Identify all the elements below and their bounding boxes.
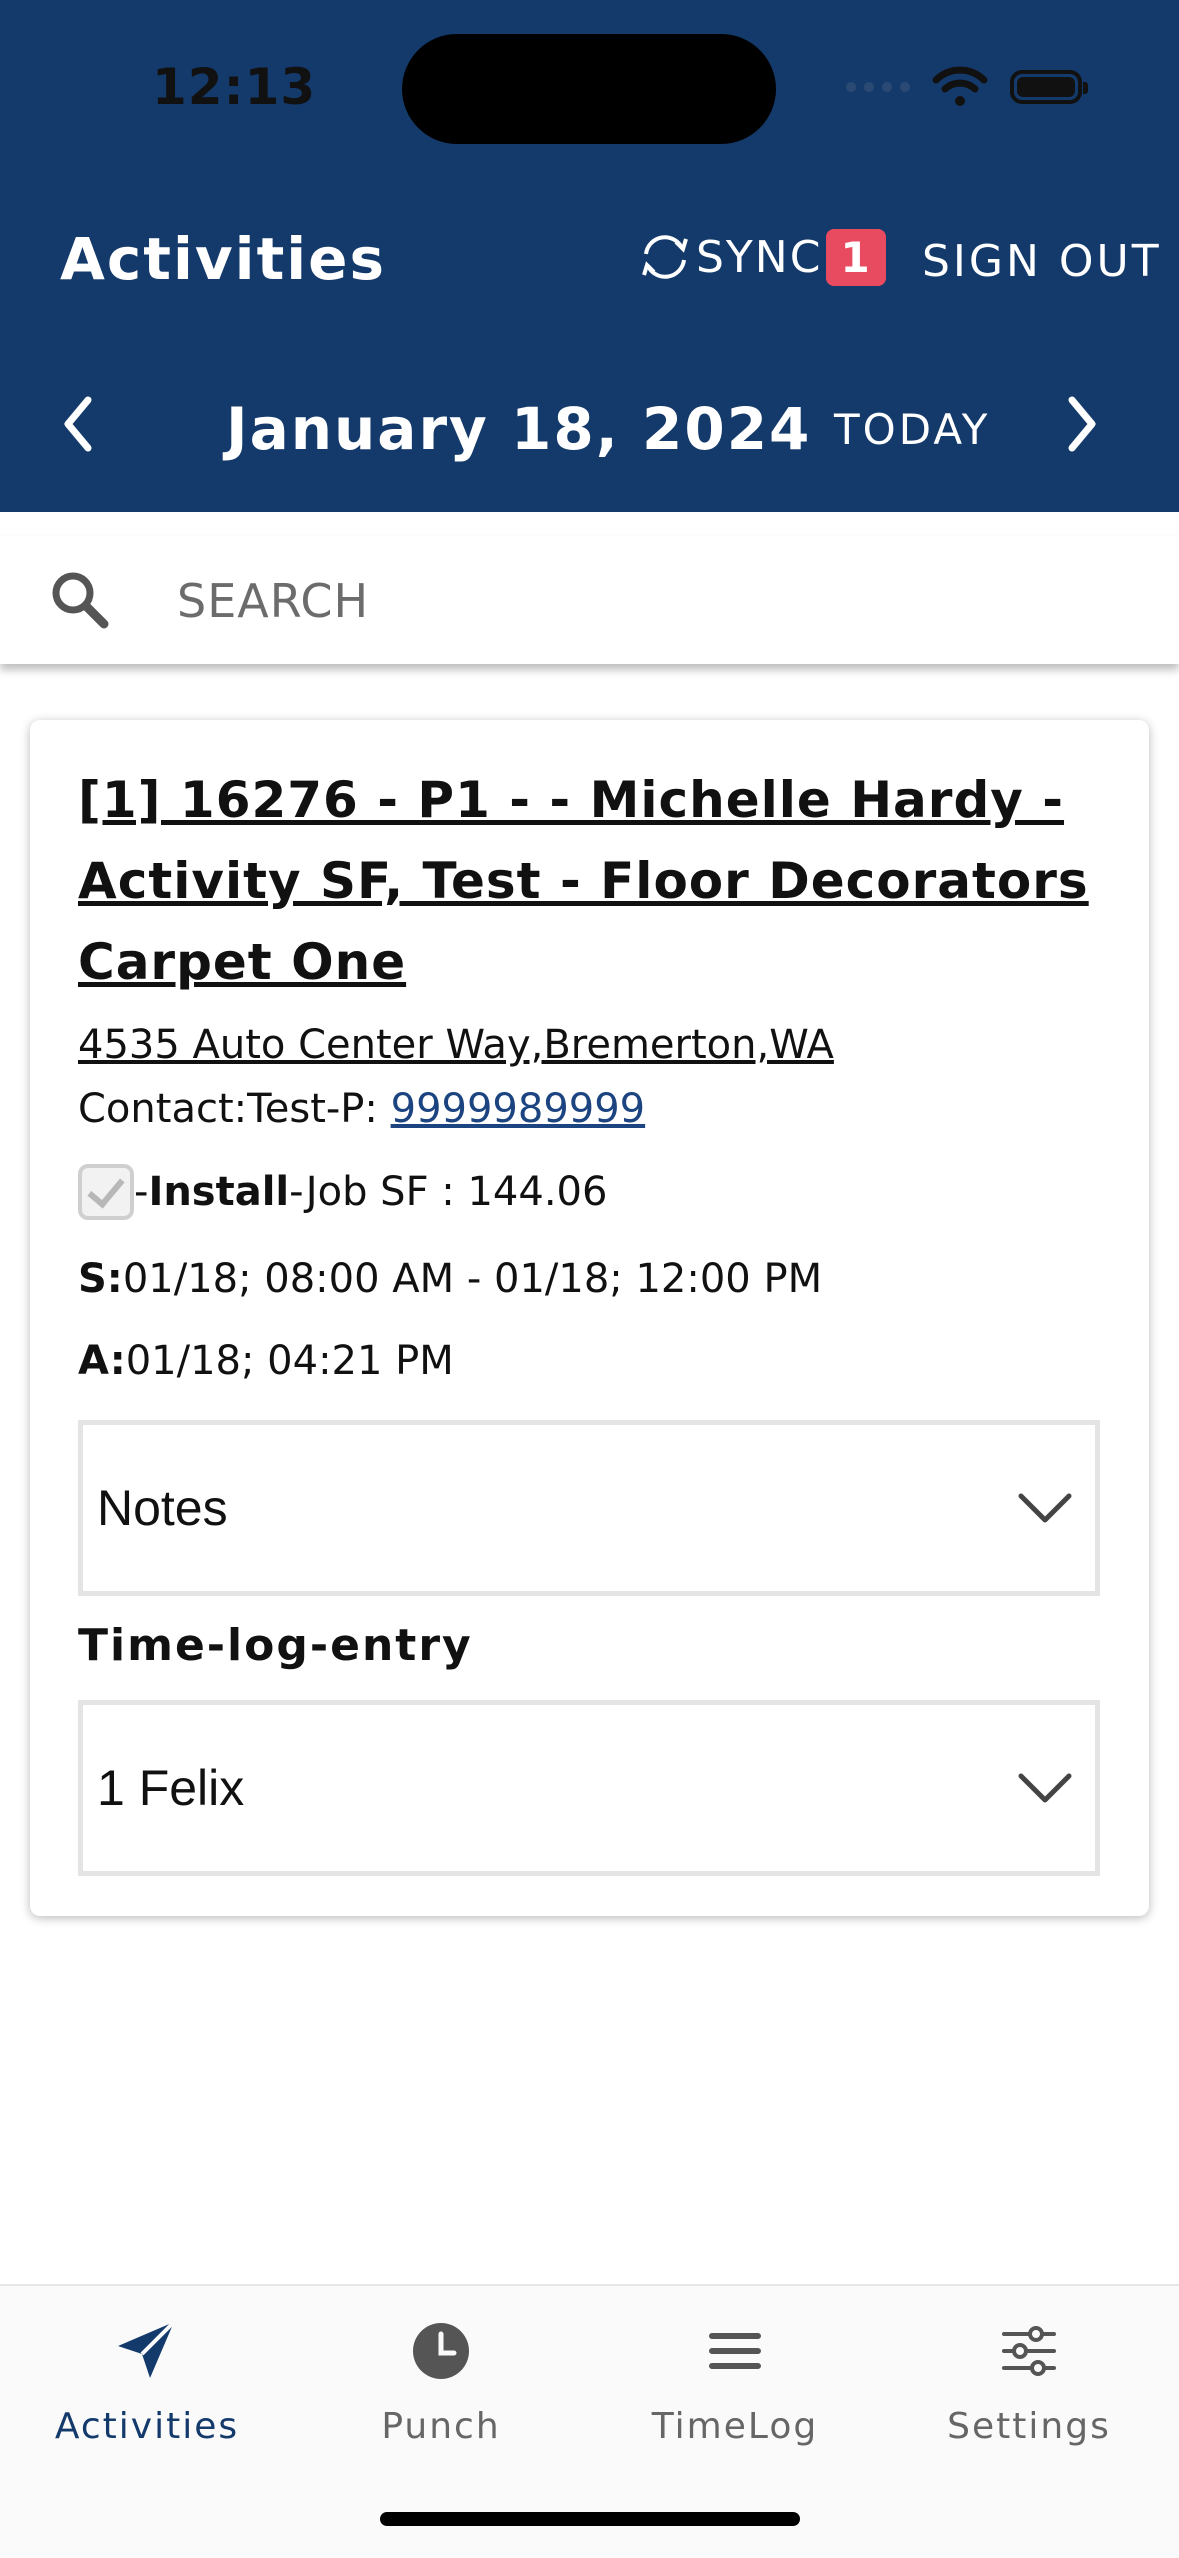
timelog-entry-select[interactable]: 1 Felix: [78, 1700, 1100, 1876]
actual-label: A:: [78, 1338, 126, 1384]
job-complete-checkbox[interactable]: [78, 1164, 134, 1220]
actual-value: 01/18; 04:21 PM: [125, 1338, 454, 1384]
clock-icon: [413, 2323, 469, 2379]
tab-label: Punch: [381, 2406, 501, 2447]
home-indicator[interactable]: [380, 2512, 800, 2526]
search-icon: [52, 572, 109, 629]
search-bar: [0, 536, 1179, 664]
scheduled-value: 01/18; 08:00 AM - 01/18; 12:00 PM: [122, 1256, 823, 1302]
tab-label: Settings: [947, 2406, 1111, 2447]
status-indicators: [846, 62, 1088, 112]
job-sf: -Job SF : 144.06: [289, 1169, 608, 1215]
dynamic-island: [402, 34, 776, 144]
previous-day-button[interactable]: [60, 394, 96, 458]
sync-button[interactable]: SYNC 1: [636, 228, 886, 286]
timelog-selected-value: 1 Felix: [97, 1760, 245, 1816]
app-header: 12:13 Activities SYNC 1 SIGN OUT January…: [0, 0, 1179, 512]
phone-link[interactable]: 9999989999: [391, 1086, 646, 1132]
tab-label: Activities: [54, 2406, 240, 2447]
page-title: Activities: [60, 225, 387, 293]
notes-label: Notes: [97, 1480, 228, 1536]
timelog-section-label: Time-log-entry: [78, 1620, 473, 1671]
sync-count-badge: 1: [826, 228, 886, 286]
tab-settings[interactable]: Settings: [882, 2316, 1176, 2447]
battery-icon: [1010, 70, 1088, 104]
contact-label: Contact:Test-P:: [78, 1086, 391, 1132]
sign-out-button[interactable]: SIGN OUT: [922, 236, 1162, 287]
sliders-icon: [1002, 2326, 1056, 2376]
tab-punch[interactable]: Punch: [294, 2316, 588, 2447]
scheduled-label: S:: [78, 1256, 123, 1302]
paper-plane-icon: [118, 2320, 176, 2378]
job-type: Install: [148, 1169, 290, 1215]
status-time: 12:13: [152, 58, 317, 116]
activity-card: [1] 16276 - P1 - - Michelle Hardy - Acti…: [30, 720, 1149, 1916]
chevron-down-icon: [1018, 1773, 1072, 1803]
tab-activities[interactable]: Activities: [0, 2316, 294, 2447]
job-row: - Install -Job SF : 144.06: [78, 1164, 607, 1220]
actual-time: A:01/18; 04:21 PM: [78, 1338, 454, 1384]
tab-timelog[interactable]: TimeLog: [588, 2316, 882, 2447]
list-icon: [709, 2333, 761, 2369]
chevron-left-icon: [64, 396, 92, 452]
contact-line: Contact:Test-P: 9999989999: [78, 1086, 645, 1132]
chevron-right-icon: [1068, 396, 1096, 452]
signal-icon: [846, 82, 910, 92]
scheduled-time: S:01/18; 08:00 AM - 01/18; 12:00 PM: [78, 1256, 822, 1302]
wifi-icon: [932, 66, 988, 106]
sync-label: SYNC: [696, 231, 823, 283]
current-date: January 18, 2024: [226, 395, 812, 463]
sync-icon: [642, 235, 688, 279]
notes-dropdown[interactable]: Notes: [78, 1420, 1100, 1596]
activity-title-link[interactable]: [1] 16276 - P1 - - Michelle Hardy - Acti…: [78, 760, 1108, 1003]
search-input[interactable]: [175, 562, 1139, 640]
today-button[interactable]: TODAY: [834, 405, 990, 454]
activity-address-link[interactable]: 4535 Auto Center Way,Bremerton,WA: [78, 1022, 834, 1068]
job-dash: -: [134, 1169, 149, 1215]
tab-label: TimeLog: [651, 2406, 819, 2447]
chevron-down-icon: [1018, 1493, 1072, 1523]
next-day-button[interactable]: [1064, 394, 1100, 458]
